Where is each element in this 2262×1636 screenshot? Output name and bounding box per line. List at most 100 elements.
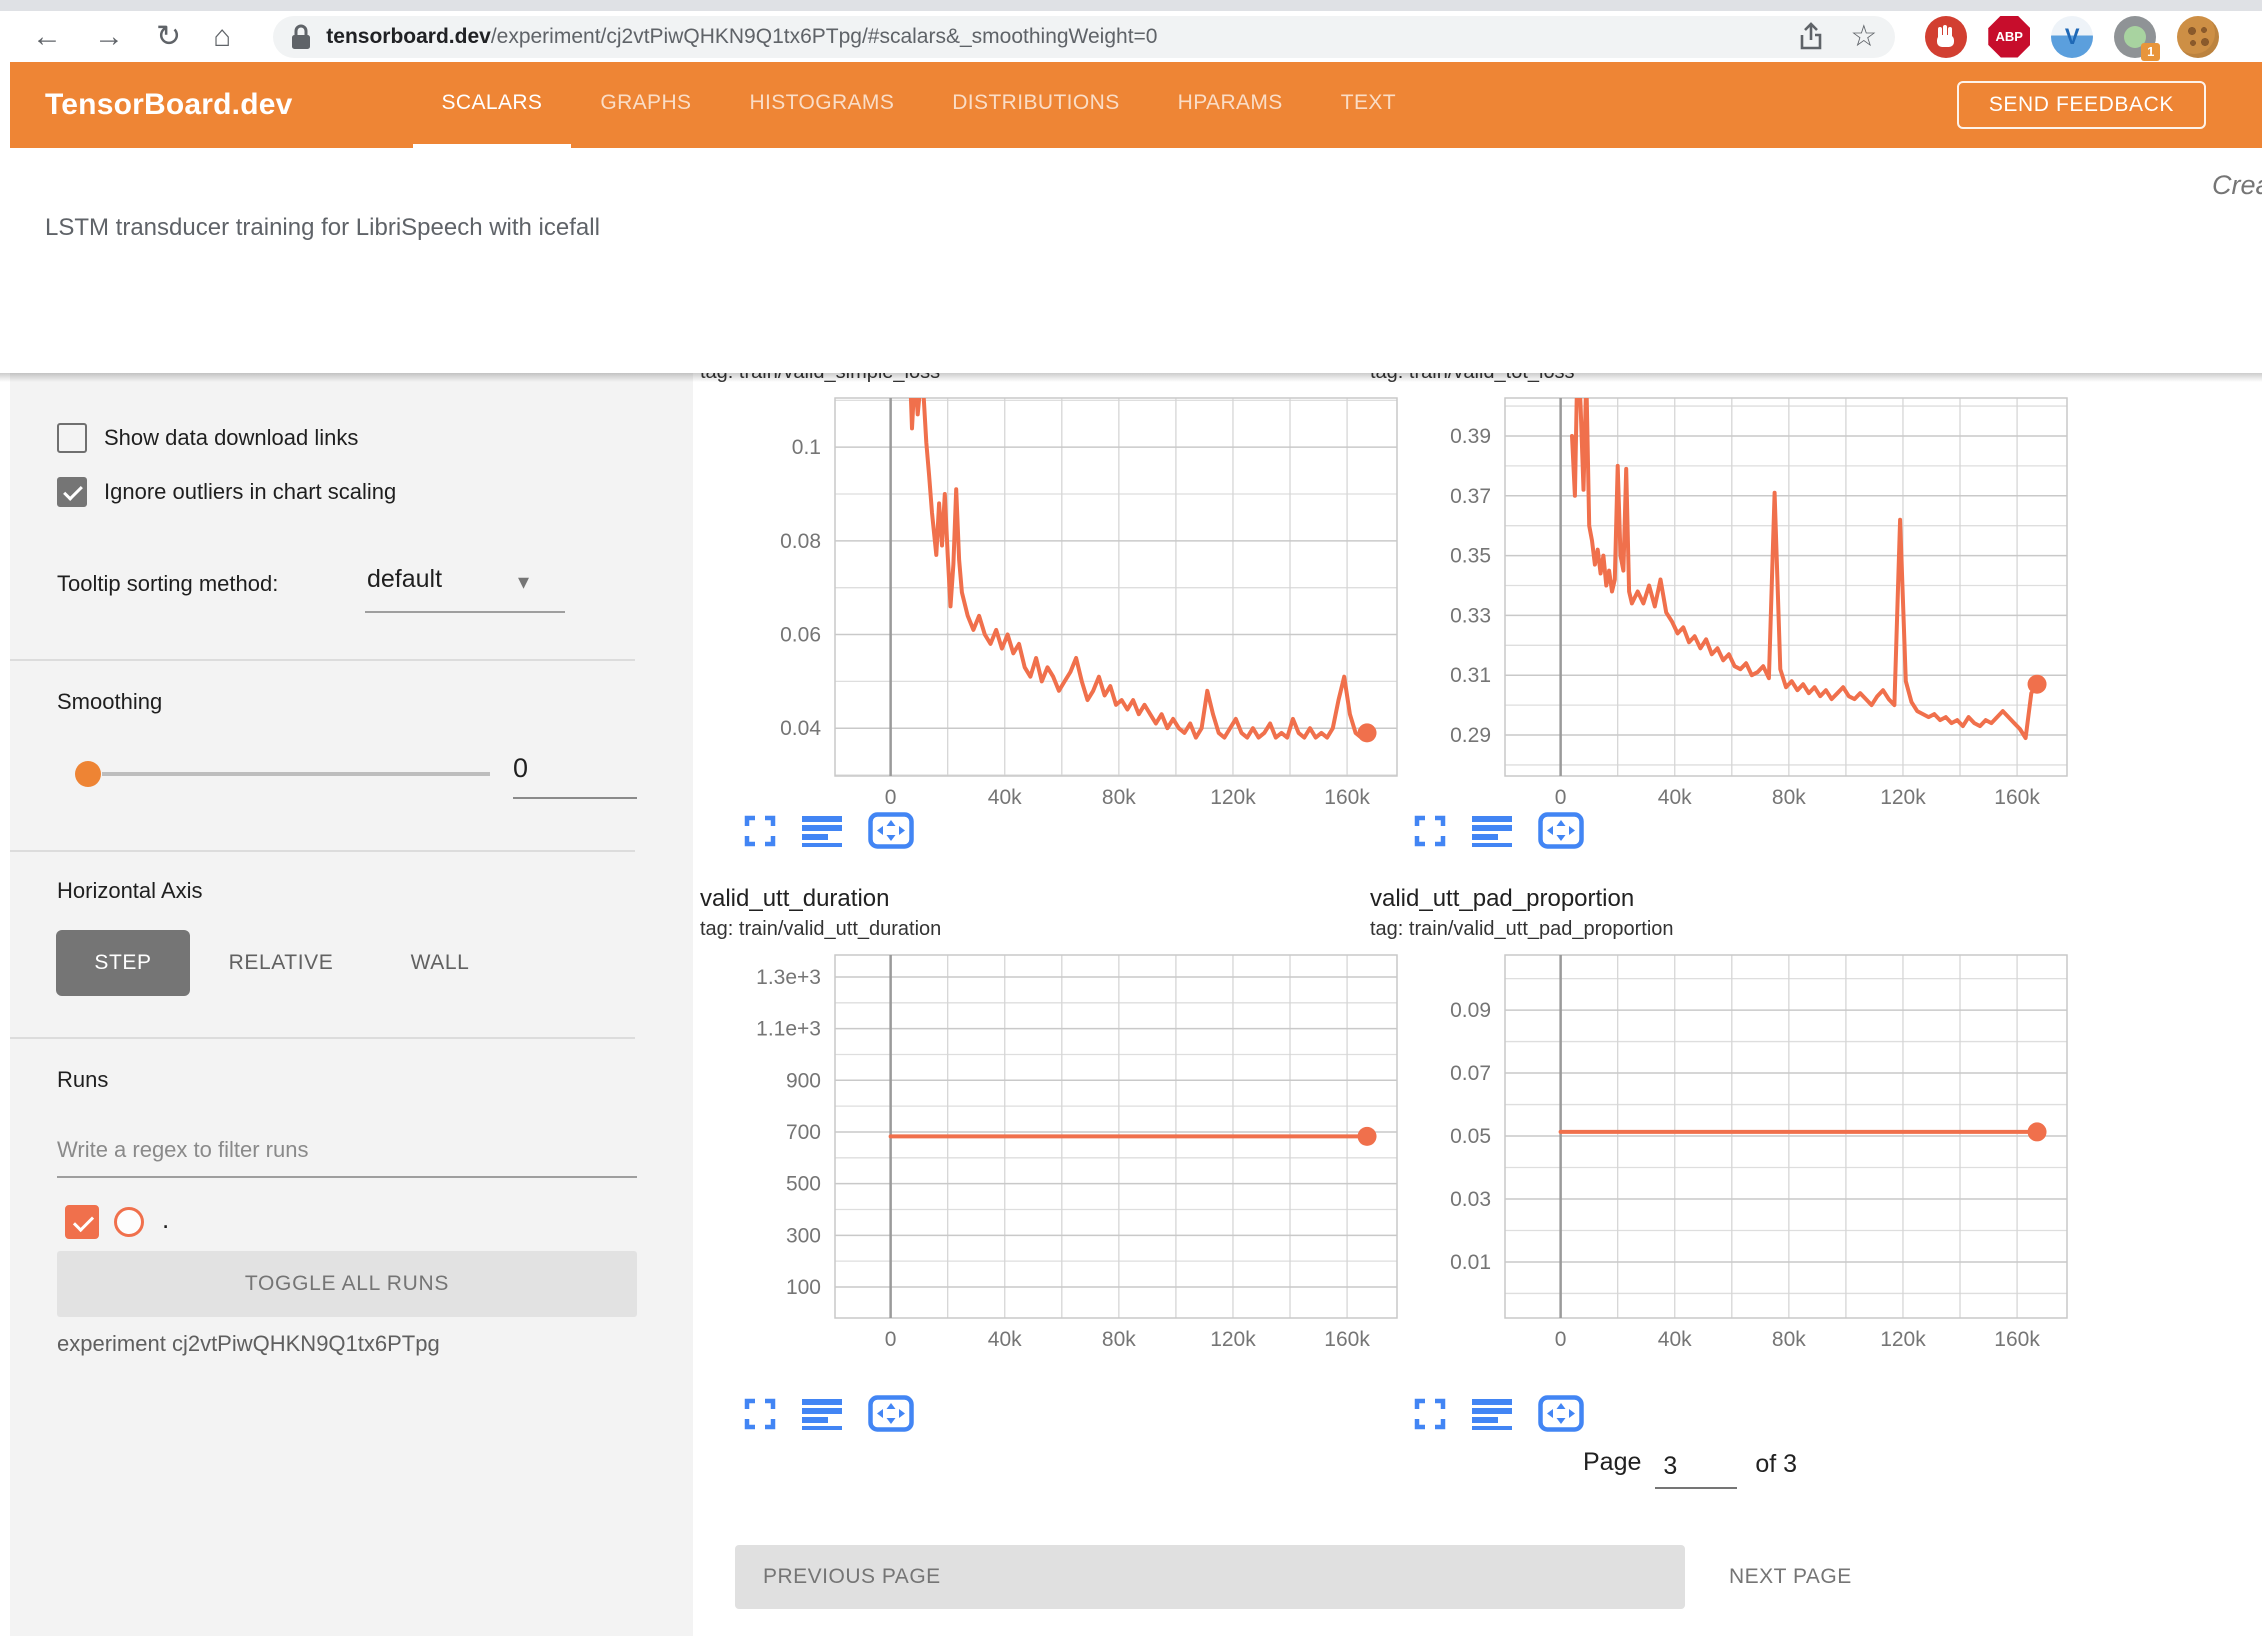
- svg-text:0.03: 0.03: [1450, 1188, 1491, 1211]
- settings-sidebar: Show data download links Ignore outliers…: [10, 373, 693, 1636]
- window-top-strip: [0, 0, 2262, 11]
- page-number-input[interactable]: 3: [1655, 1448, 1737, 1489]
- main-area: Show data download links Ignore outliers…: [0, 373, 2262, 1636]
- svg-text:40k: 40k: [1658, 1328, 1692, 1351]
- tab-scalars[interactable]: SCALARS: [413, 62, 572, 148]
- runs-label: Runs: [57, 1067, 108, 1093]
- svg-text:0.07: 0.07: [1450, 1062, 1491, 1085]
- cookie-extension-icon[interactable]: [2177, 16, 2219, 58]
- chart-tag: tag: train/valid_utt_pad_proportion: [1370, 918, 1674, 941]
- axis-wall-button[interactable]: WALL: [382, 930, 498, 996]
- svg-text:80k: 80k: [1102, 786, 1136, 809]
- svg-text:0.04: 0.04: [780, 717, 821, 740]
- extensions-area: ABP V 1: [1925, 16, 2219, 58]
- runs-selector-icon[interactable]: [802, 1398, 842, 1430]
- lock-icon[interactable]: [291, 24, 311, 50]
- tooltip-sorting-dropdown[interactable]: default: [367, 565, 442, 594]
- check-icon: [63, 481, 83, 501]
- run-color-swatch[interactable]: [114, 1207, 144, 1237]
- chevron-down-icon[interactable]: ▾: [518, 569, 529, 595]
- svg-text:0.05: 0.05: [1450, 1125, 1491, 1148]
- axis-step-button[interactable]: STEP: [56, 930, 190, 996]
- svg-text:160k: 160k: [1994, 786, 2040, 809]
- smoothing-value-underline: [513, 797, 637, 799]
- share-icon[interactable]: [1798, 22, 1824, 52]
- fit-domain-icon[interactable]: [1538, 812, 1584, 849]
- tab-graphs[interactable]: GRAPHS: [571, 62, 720, 148]
- experiment-id-label: experiment cj2vtPiwQHKN9Q1tx6PTpg: [57, 1331, 440, 1357]
- fit-domain-icon[interactable]: [1538, 1395, 1584, 1432]
- smoothing-label: Smoothing: [57, 689, 162, 715]
- tab-histograms[interactable]: HISTOGRAMS: [720, 62, 923, 148]
- charts-area: valid_simple_loss tag: train/valid_simpl…: [693, 373, 2262, 1636]
- axis-relative-button[interactable]: RELATIVE: [206, 930, 356, 996]
- expand-chart-icon[interactable]: [744, 815, 776, 847]
- v-extension-icon[interactable]: V: [2051, 16, 2093, 58]
- previous-page-button[interactable]: PREVIOUS PAGE: [735, 1545, 1685, 1609]
- runs-selector-icon[interactable]: [802, 815, 842, 847]
- tab-hparams[interactable]: HPARAMS: [1149, 62, 1312, 148]
- abp-extension-icon[interactable]: ABP: [1988, 16, 2030, 58]
- smoothing-slider-knob[interactable]: [75, 761, 101, 787]
- next-page-button[interactable]: NEXT PAGE: [1705, 1545, 1876, 1609]
- svg-text:0: 0: [885, 786, 897, 809]
- show-download-links-checkbox[interactable]: [57, 423, 87, 453]
- page-of-label: of 3: [1755, 1448, 1797, 1479]
- chart-card: valid_utt_pad_proportion tag: train/vali…: [1370, 885, 2070, 1430]
- line-chart[interactable]: 1003005007009001.1e+31.3e+3040k80k120k16…: [700, 947, 1400, 1361]
- toggle-all-runs-button[interactable]: TOGGLE ALL RUNS: [57, 1251, 637, 1317]
- check-icon: [73, 1211, 94, 1232]
- chart-tag: tag: train/valid_simple_loss: [700, 373, 940, 384]
- smoothing-slider-track[interactable]: [102, 772, 490, 776]
- url-bar[interactable]: tensorboard.dev/experiment/cj2vtPiwQHKN9…: [273, 16, 1895, 58]
- run-checkbox[interactable]: [65, 1205, 99, 1239]
- chart-tag: tag: train/valid_utt_duration: [700, 918, 941, 941]
- runs-filter-input[interactable]: Write a regex to filter runs: [57, 1137, 308, 1163]
- svg-text:1.1e+3: 1.1e+3: [756, 1018, 821, 1041]
- extension-badge: 1: [2141, 43, 2160, 61]
- chart-title: valid_utt_pad_proportion: [1370, 885, 1634, 913]
- tensorboard-logo[interactable]: TensorBoard.dev: [45, 88, 293, 122]
- svg-text:0.39: 0.39: [1450, 425, 1491, 448]
- tab-distributions[interactable]: DISTRIBUTIONS: [923, 62, 1148, 148]
- line-chart[interactable]: 0.290.310.330.350.370.39040k80k120k160k: [1370, 390, 2070, 820]
- smoothing-value-input[interactable]: 0: [513, 753, 528, 784]
- svg-text:0: 0: [1555, 786, 1567, 809]
- svg-text:80k: 80k: [1102, 1328, 1136, 1351]
- fit-domain-icon[interactable]: [868, 812, 914, 849]
- fit-domain-icon[interactable]: [868, 1395, 914, 1432]
- ignore-outliers-checkbox[interactable]: [57, 477, 87, 507]
- forward-icon[interactable]: →: [94, 22, 124, 52]
- chart-toolbar: [1414, 812, 1584, 849]
- reload-icon[interactable]: ↻: [156, 22, 181, 52]
- tab-text[interactable]: TEXT: [1312, 62, 1425, 148]
- expand-chart-icon[interactable]: [1414, 1398, 1446, 1430]
- page-label: Page: [1583, 1448, 1641, 1477]
- svg-text:120k: 120k: [1210, 786, 1256, 809]
- runs-selector-icon[interactable]: [1472, 815, 1512, 847]
- svg-text:160k: 160k: [1994, 1328, 2040, 1351]
- divider: [10, 659, 635, 661]
- svg-text:0: 0: [1555, 1328, 1567, 1351]
- svg-text:80k: 80k: [1772, 1328, 1806, 1351]
- expand-chart-icon[interactable]: [1414, 815, 1446, 847]
- privacy-extension-icon[interactable]: 1: [2114, 16, 2156, 58]
- tensorboard-header: TensorBoard.dev SCALARS GRAPHS HISTOGRAM…: [10, 62, 2262, 148]
- svg-text:120k: 120k: [1880, 786, 1926, 809]
- svg-text:0.33: 0.33: [1450, 604, 1491, 627]
- expand-chart-icon[interactable]: [744, 1398, 776, 1430]
- line-chart[interactable]: 0.010.030.050.070.09040k80k120k160k: [1370, 947, 2070, 1361]
- adblock-extension-icon[interactable]: [1925, 16, 1967, 58]
- svg-text:0.31: 0.31: [1450, 664, 1491, 687]
- line-chart[interactable]: 0.040.060.080.1040k80k120k160k: [700, 390, 1400, 820]
- svg-text:0.09: 0.09: [1450, 999, 1491, 1022]
- home-icon[interactable]: ⌂: [213, 22, 231, 52]
- runs-selector-icon[interactable]: [1472, 1398, 1512, 1430]
- svg-text:500: 500: [786, 1173, 821, 1196]
- chart-card: valid_simple_loss tag: train/valid_simpl…: [700, 373, 1400, 873]
- bookmark-star-icon[interactable]: ☆: [1850, 19, 1877, 54]
- back-icon[interactable]: ←: [32, 22, 62, 52]
- send-feedback-button[interactable]: SEND FEEDBACK: [1957, 81, 2206, 129]
- chart-toolbar: [744, 1395, 914, 1432]
- svg-text:300: 300: [786, 1224, 821, 1247]
